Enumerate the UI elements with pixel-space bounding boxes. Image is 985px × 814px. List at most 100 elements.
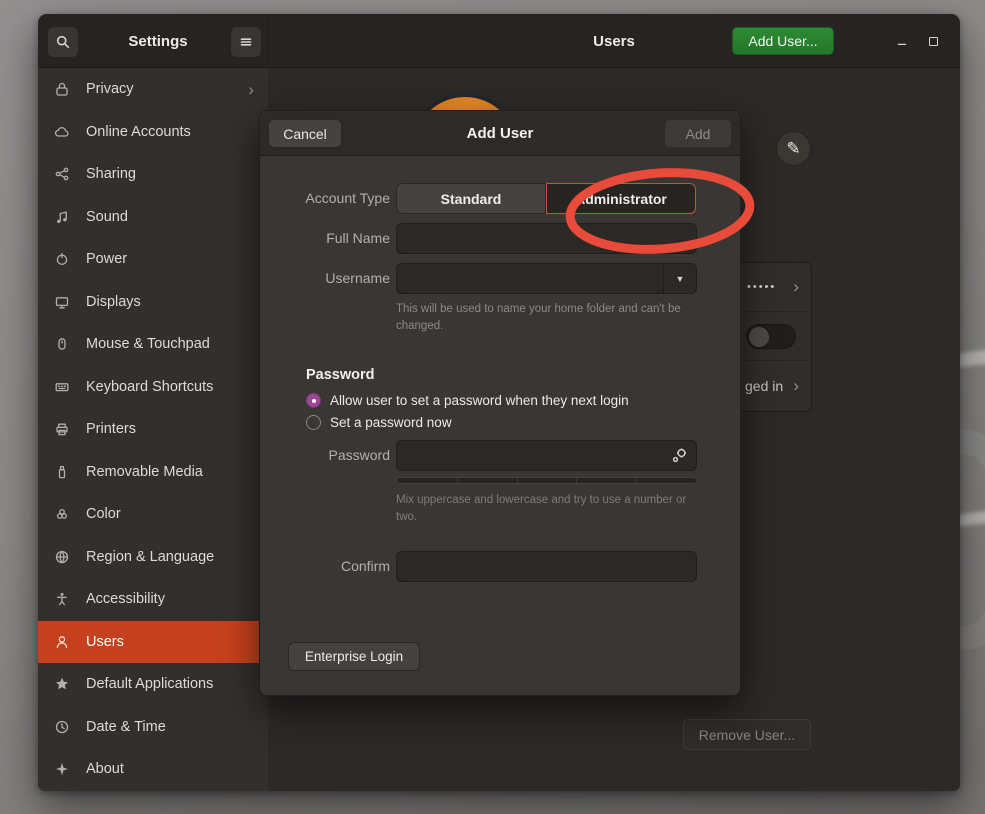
full-name-label: Full Name xyxy=(270,230,390,246)
globe-icon xyxy=(53,549,71,565)
minimize-icon[interactable]: − xyxy=(890,27,914,55)
radio-selected-icon xyxy=(306,393,321,408)
sidebar-item-label: Color xyxy=(86,506,121,522)
sidebar-item-default-applications[interactable]: Default Applications xyxy=(38,663,268,706)
chevron-right-icon: › xyxy=(793,277,799,297)
share-icon xyxy=(53,166,71,182)
radio-set-now[interactable]: Set a password now xyxy=(306,414,452,431)
password-input[interactable] xyxy=(396,440,697,471)
sidebar-headerbar: Settings xyxy=(38,14,268,68)
enterprise-login-button[interactable]: Enterprise Login xyxy=(288,642,420,671)
sidebar-item-removable-media[interactable]: Removable Media xyxy=(38,451,268,494)
star-icon xyxy=(53,676,71,692)
printer-icon xyxy=(53,421,71,437)
sidebar-item-label: Date & Time xyxy=(86,719,166,735)
sidebar-item-users[interactable]: Users xyxy=(38,621,268,664)
username-label: Username xyxy=(270,270,390,286)
sidebar-item-color[interactable]: Color xyxy=(38,493,268,536)
radio-next-login[interactable]: Allow user to set a password when they n… xyxy=(306,392,629,409)
account-type-label: Account Type xyxy=(270,190,390,206)
sidebar-item-label: Online Accounts xyxy=(86,124,191,140)
automatic-login-row xyxy=(741,312,811,361)
sidebar-item-label: Printers xyxy=(86,421,136,437)
sidebar-item-online-accounts[interactable]: Online Accounts xyxy=(38,111,268,154)
sidebar-item-label: Default Applications xyxy=(86,676,213,692)
add-user-dialog: Add User Cancel Add Account Type Standar… xyxy=(259,110,741,696)
generate-password-icon[interactable] xyxy=(670,446,689,465)
mouse-icon xyxy=(53,336,71,352)
sidebar-item-label: About xyxy=(86,761,124,777)
sidebar-item-accessibility[interactable]: Accessibility xyxy=(38,578,268,621)
sidebar-item-printers[interactable]: Printers xyxy=(38,408,268,451)
sidebar-item-keyboard-shortcuts[interactable]: Keyboard Shortcuts xyxy=(38,366,268,409)
sidebar-item-label: Users xyxy=(86,634,124,650)
sidebar-item-label: Accessibility xyxy=(86,591,165,607)
clock-icon xyxy=(53,719,71,735)
sidebar-item-region-language[interactable]: Region & Language xyxy=(38,536,268,579)
radio-set-now-label: Set a password now xyxy=(330,415,452,430)
username-hint: This will be used to name your home fold… xyxy=(396,301,696,334)
sidebar-item-privacy[interactable]: Privacy› xyxy=(38,68,268,111)
sidebar-item-displays[interactable]: Displays xyxy=(38,281,268,324)
settings-window: Settings Users Add User... − × Privacy›O… xyxy=(38,14,960,791)
search-button[interactable] xyxy=(48,27,78,57)
sidebar-item-mouse-touchpad[interactable]: Mouse & Touchpad xyxy=(38,323,268,366)
cancel-button[interactable]: Cancel xyxy=(268,119,342,148)
password-dots: ••••• xyxy=(741,281,776,293)
password-label: Password xyxy=(270,447,390,463)
page-title: Users xyxy=(268,14,960,68)
sidebar-item-label: Power xyxy=(86,251,127,267)
add-button[interactable]: Add xyxy=(664,119,732,148)
account-type-standard-button[interactable]: Standard xyxy=(396,183,546,214)
color-icon xyxy=(53,506,71,522)
sidebar-item-label: Privacy xyxy=(86,81,134,97)
user-icon xyxy=(53,634,71,650)
menu-button[interactable] xyxy=(231,27,261,57)
radio-next-login-label: Allow user to set a password when they n… xyxy=(330,393,629,408)
chevron-right-icon: › xyxy=(793,376,799,396)
keyboard-icon xyxy=(53,379,71,395)
cloud-icon xyxy=(53,124,71,140)
sidebar-item-about[interactable]: About xyxy=(38,748,268,791)
display-icon xyxy=(53,294,71,310)
accessibility-icon xyxy=(53,591,71,607)
password-section-title: Password xyxy=(306,367,375,383)
logged-in-partial-text: ged in xyxy=(741,378,783,394)
starburst-icon xyxy=(53,761,71,777)
sidebar-item-power[interactable]: Power xyxy=(38,238,268,281)
pencil-icon: ✎ xyxy=(786,139,800,159)
sidebar-item-label: Mouse & Touchpad xyxy=(86,336,210,352)
sidebar-item-sound[interactable]: Sound xyxy=(38,196,268,239)
username-dropdown-button[interactable]: ▼ xyxy=(663,264,696,293)
music-note-icon xyxy=(53,209,71,225)
sidebar-item-label: Keyboard Shortcuts xyxy=(86,379,213,395)
sidebar: Privacy› Online Accounts Sharing Sound Power… xyxy=(38,68,268,791)
power-icon xyxy=(53,251,71,267)
logged-in-row[interactable]: ged in › xyxy=(741,361,811,410)
sidebar-item-label: Region & Language xyxy=(86,549,214,565)
edit-avatar-button[interactable]: ✎ xyxy=(776,131,811,166)
sidebar-item-label: Sharing xyxy=(86,166,136,182)
confirm-label: Confirm xyxy=(270,558,390,574)
remove-user-button[interactable]: Remove User... xyxy=(683,719,811,750)
confirm-input[interactable] xyxy=(396,551,697,582)
maximize-icon[interactable] xyxy=(929,37,938,46)
app-title: Settings xyxy=(78,14,238,68)
add-user-button[interactable]: Add User... xyxy=(732,27,834,55)
full-name-input[interactable] xyxy=(396,223,697,254)
automatic-login-toggle[interactable] xyxy=(746,324,796,349)
account-type-administrator-button[interactable]: Administrator xyxy=(546,183,696,214)
password-strength-meter xyxy=(396,477,697,484)
sidebar-item-label: Sound xyxy=(86,209,128,225)
password-row[interactable]: ••••• › xyxy=(741,263,811,312)
sidebar-item-label: Displays xyxy=(86,294,141,310)
account-settings-frame: ••••• › ged in › xyxy=(741,262,812,412)
search-icon xyxy=(55,34,71,50)
flash-drive-icon xyxy=(53,464,71,480)
chevron-down-icon: ▼ xyxy=(676,274,685,284)
radio-unselected-icon xyxy=(306,415,321,430)
headerbar: Settings Users Add User... − × xyxy=(38,14,960,68)
sidebar-item-date-time[interactable]: Date & Time xyxy=(38,706,268,749)
sidebar-item-sharing[interactable]: Sharing xyxy=(38,153,268,196)
username-combo-input[interactable]: ▼ xyxy=(396,263,697,294)
